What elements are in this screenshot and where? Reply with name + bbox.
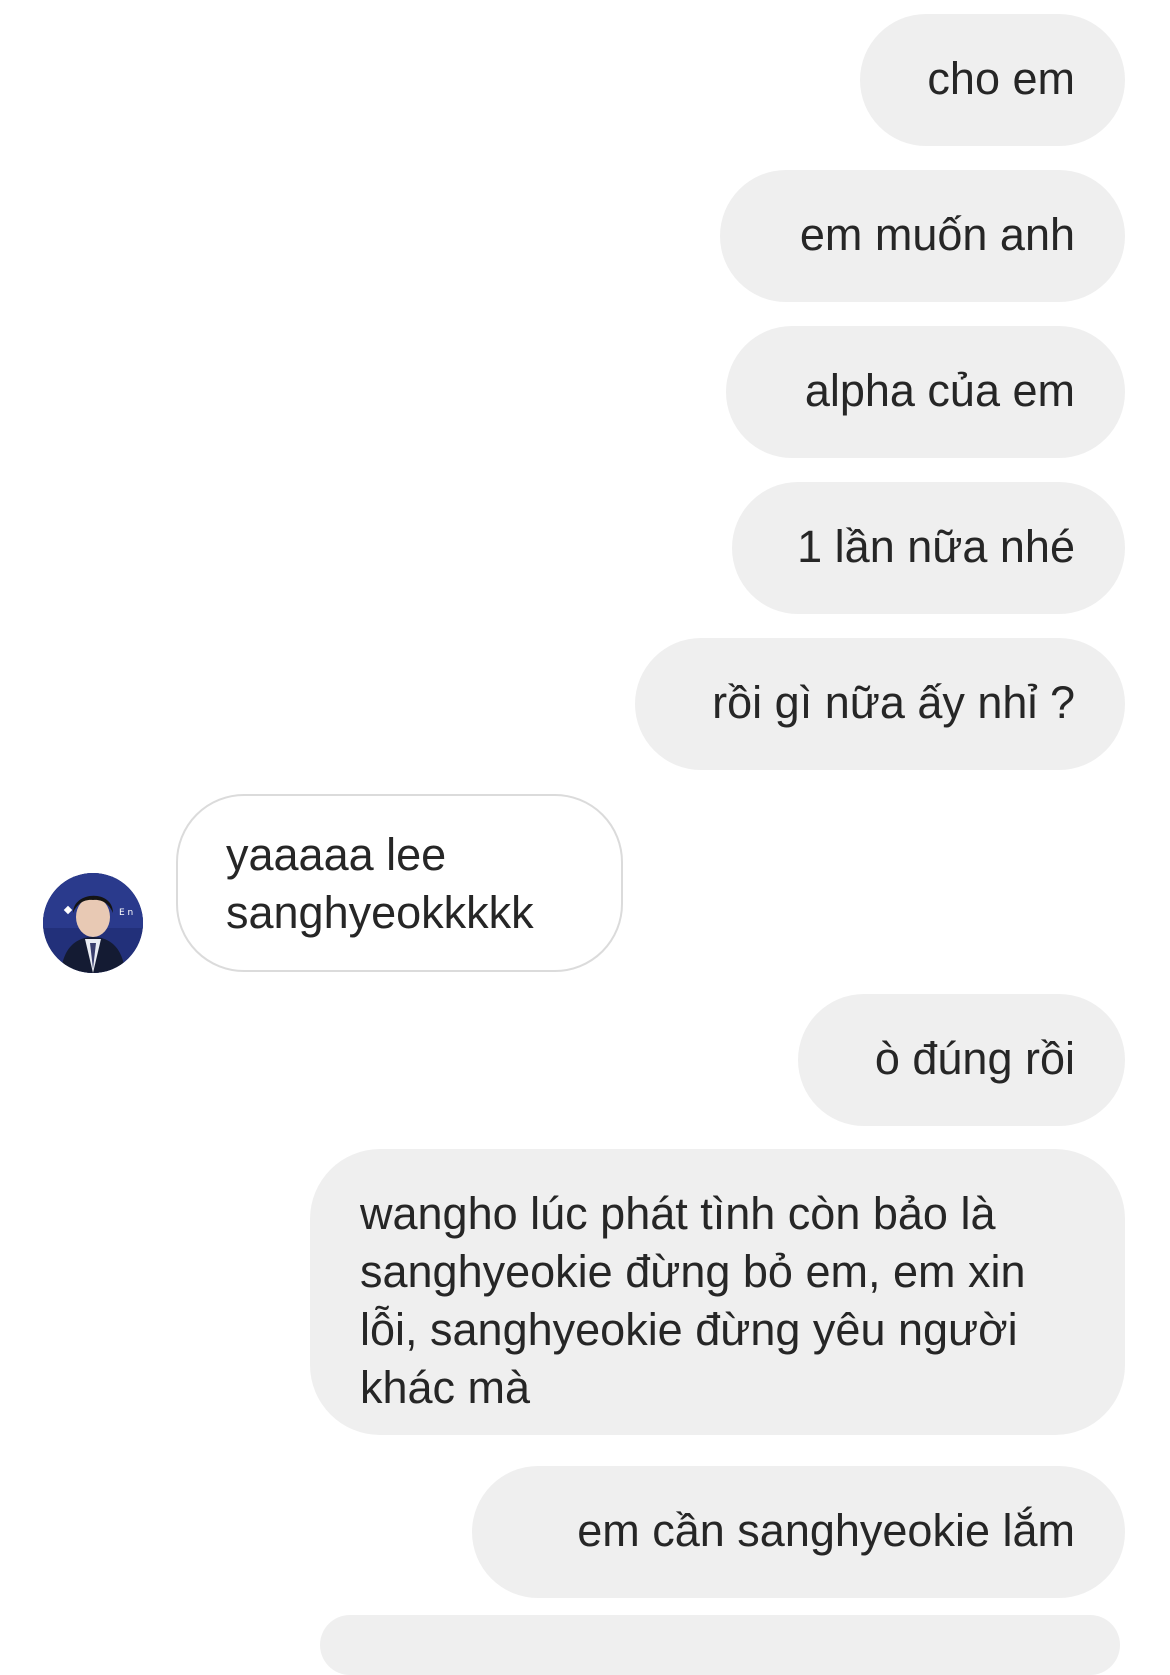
outgoing-message-bubble[interactable]: em muốn anh	[720, 170, 1125, 302]
message-text: cho em	[927, 53, 1075, 104]
outgoing-message-bubble[interactable]: wangho lúc phát tình còn bảo là sanghyeo…	[310, 1149, 1125, 1435]
message-text: wangho lúc phát tình còn bảo là sanghyeo…	[360, 1188, 1026, 1413]
outgoing-message-bubble[interactable]: 1 lần nữa nhé	[732, 482, 1125, 614]
partial-message-bubble	[320, 1615, 1120, 1675]
message-text: ò đúng rồi	[874, 1033, 1075, 1084]
outgoing-message-bubble[interactable]: alpha của em	[726, 326, 1125, 458]
profile-photo-avatar-icon: E n	[43, 873, 143, 973]
svg-text:E n: E n	[119, 908, 133, 918]
message-text: em muốn anh	[799, 209, 1075, 260]
outgoing-message-bubble[interactable]: em cần sanghyeokie lắm	[472, 1466, 1125, 1598]
outgoing-message-bubble[interactable]: rồi gì nữa ấy nhỉ ?	[635, 638, 1125, 770]
incoming-message-bubble[interactable]: yaaaaa lee sanghyeokkkkk	[176, 794, 623, 972]
message-text: em cần sanghyeokie lắm	[577, 1505, 1075, 1556]
outgoing-message-bubble[interactable]: ò đúng rồi	[798, 994, 1125, 1126]
message-text: rồi gì nữa ấy nhỉ ?	[712, 677, 1075, 728]
message-text: yaaaaa lee sanghyeokkkkk	[226, 829, 534, 938]
message-text: alpha của em	[804, 365, 1075, 416]
sender-avatar[interactable]: E n	[43, 873, 143, 973]
outgoing-message-bubble[interactable]: cho em	[860, 14, 1125, 146]
message-text: 1 lần nữa nhé	[797, 521, 1075, 572]
